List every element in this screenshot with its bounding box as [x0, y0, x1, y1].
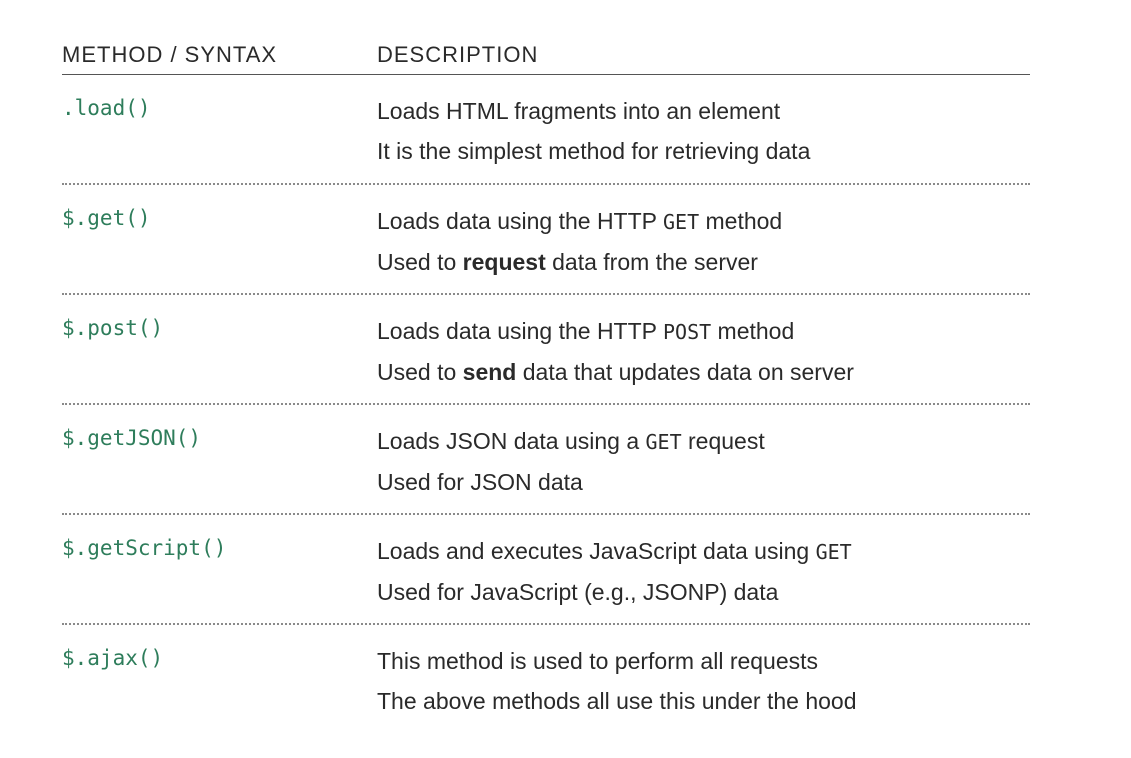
description-line: Loads data using the HTTP GET method — [377, 201, 1030, 242]
description-line: Used for JavaScript (e.g., JSONP) data — [377, 579, 779, 605]
table-row-load: .load() Loads HTML fragments into an ele… — [62, 75, 1030, 185]
description-line: Loads data using the HTTP POST method — [377, 311, 1030, 352]
description-line: This method is used to perform all reque… — [377, 648, 819, 674]
text-span: Loads and executes JavaScript data using — [377, 538, 816, 564]
method-description: Loads data using the HTTP POST method Us… — [377, 311, 1030, 403]
description-line: Loads and executes JavaScript data using… — [377, 531, 1030, 572]
description-line: It is the simplest method for retrieving… — [377, 138, 811, 164]
description-line: The above methods all use this under the… — [377, 688, 857, 714]
method-name: $.get() — [62, 206, 151, 230]
bold-span: request — [462, 249, 546, 275]
description-line: Used to send data that updates data on s… — [377, 352, 1030, 392]
description-line: Used to request data from the server — [377, 242, 1030, 282]
text-span: Loads JSON data using a — [377, 428, 646, 454]
method-description: Loads data using the HTTP GET method Use… — [377, 201, 1030, 293]
text-span: Used to — [377, 249, 463, 275]
method-description: Loads and executes JavaScript data using… — [377, 531, 1030, 623]
code-span: GET — [662, 210, 700, 234]
text-span: method — [699, 208, 783, 234]
table-row-getjson: $.getJSON() Loads JSON data using a GET … — [62, 405, 1030, 515]
methods-table: METHOD / SYNTAX DESCRIPTION .load() Load… — [62, 36, 1030, 735]
table-row-ajax: $.ajax() This method is used to perform … — [62, 625, 1030, 735]
text-span: Loads data using the HTTP — [377, 208, 663, 234]
text-span: data that updates data on server — [516, 359, 854, 385]
method-description: This method is used to perform all reque… — [377, 641, 1030, 735]
text-span: request — [681, 428, 765, 454]
description-line: Loads HTML fragments into an element — [377, 98, 781, 124]
code-span: GET — [645, 430, 682, 454]
table-header: METHOD / SYNTAX DESCRIPTION — [62, 36, 1030, 75]
method-description: Loads JSON data using a GET request Used… — [377, 421, 1030, 513]
method-name: $.post() — [62, 316, 164, 340]
code-span: GET — [815, 540, 852, 564]
description-line: Loads JSON data using a GET request — [377, 421, 1030, 462]
table-row-get: $.get() Loads data using the HTTP GET me… — [62, 185, 1030, 295]
description-line: Used for JSON data — [377, 469, 583, 495]
text-span: data from the server — [545, 249, 758, 275]
description-column-header: DESCRIPTION — [377, 42, 539, 67]
method-description: Loads HTML fragments into an element It … — [377, 91, 1030, 183]
table-row-getscript: $.getScript() Loads and executes JavaScr… — [62, 515, 1030, 625]
code-span: POST — [662, 320, 712, 344]
method-column-header: METHOD / SYNTAX — [62, 42, 278, 67]
text-span: method — [711, 318, 795, 344]
method-name: $.getScript() — [62, 536, 227, 560]
method-name: .load() — [62, 96, 151, 120]
method-name: $.ajax() — [62, 646, 164, 670]
text-span: Loads data using the HTTP — [377, 318, 663, 344]
text-span: Used to — [377, 359, 463, 385]
bold-span: send — [462, 359, 517, 385]
method-name: $.getJSON() — [62, 426, 202, 450]
table-row-post: $.post() Loads data using the HTTP POST … — [62, 295, 1030, 405]
